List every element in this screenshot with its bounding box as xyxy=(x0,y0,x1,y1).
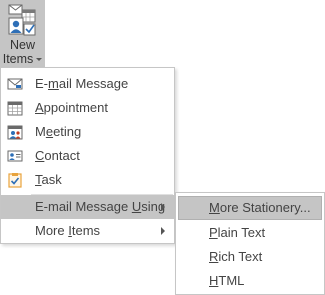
submenu-item-more-stationery[interactable]: More Stationery... xyxy=(178,196,322,220)
menu-item-meeting[interactable]: Meeting xyxy=(1,120,174,144)
menu-item-email-message-using[interactable]: E-mail Message Using xyxy=(1,195,174,219)
menu-item-label: Task xyxy=(35,172,62,187)
menu-item-label: Appointment xyxy=(35,100,108,115)
chevron-right-icon xyxy=(161,203,165,211)
submenu-item-label: Plain Text xyxy=(209,225,266,240)
menu-item-contact[interactable]: Contact xyxy=(1,144,174,168)
submenu-item-label: Rich Text xyxy=(209,249,263,264)
menu-item-appointment[interactable]: Appointment xyxy=(1,96,174,120)
menu-item-more-items[interactable]: More Items xyxy=(1,219,174,243)
menu-item-label: E-mail Message xyxy=(35,76,129,91)
menu-item-task[interactable]: Task xyxy=(1,168,174,192)
menu-item-label: E-mail Message Using xyxy=(35,199,166,214)
task-icon xyxy=(8,173,22,188)
new-items-label-line1: New xyxy=(9,38,35,52)
new-items-menu: E-mail Message Appointment Meeting Conta… xyxy=(0,67,175,244)
dropdown-caret-icon xyxy=(36,58,43,62)
email-message-icon xyxy=(7,78,23,90)
new-items-icon xyxy=(8,4,36,36)
chevron-right-icon xyxy=(161,227,165,235)
submenu-item-plain-text[interactable]: Plain Text xyxy=(178,221,322,245)
submenu-item-label: HTML xyxy=(209,273,245,288)
new-items-label-line2-text: Items xyxy=(2,52,34,66)
submenu-item-rich-text[interactable]: Rich Text xyxy=(178,245,322,269)
menu-item-label: Meeting xyxy=(35,124,82,139)
menu-item-label: More Items xyxy=(35,223,101,238)
appointment-icon xyxy=(7,101,23,116)
outlook-new-items-menu-screen: New Items E-mail Message Appointment Mee… xyxy=(0,0,325,295)
meeting-icon xyxy=(7,125,23,140)
submenu-item-html[interactable]: HTML xyxy=(178,269,322,293)
contact-icon xyxy=(7,150,23,162)
menu-item-label: Contact xyxy=(35,148,80,163)
menu-item-email-message[interactable]: E-mail Message xyxy=(1,72,174,96)
email-message-using-submenu: More Stationery... Plain Text Rich Text … xyxy=(175,192,325,295)
new-items-label-line2: Items xyxy=(0,52,45,67)
submenu-item-label: More Stationery... xyxy=(209,200,311,215)
new-items-button[interactable]: New Items xyxy=(0,0,45,67)
